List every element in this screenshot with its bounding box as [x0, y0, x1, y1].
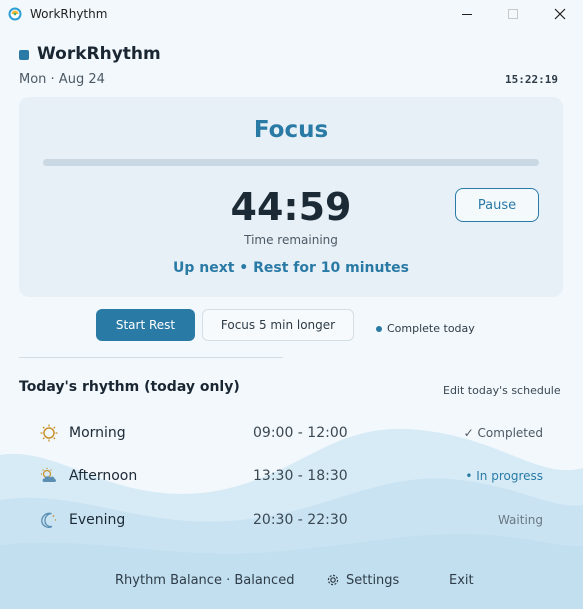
- app-logo-icon: [8, 7, 22, 21]
- time-remaining-caption: Time remaining: [244, 233, 338, 247]
- rhythm-section-title: Today's rhythm (today only): [19, 379, 240, 395]
- pause-button[interactable]: Pause: [455, 188, 539, 222]
- maximize-icon: [508, 9, 518, 19]
- session-progress-bar: [43, 159, 539, 166]
- minimize-icon: [462, 13, 472, 15]
- close-icon: [554, 8, 566, 20]
- period-name: Afternoon: [69, 468, 138, 484]
- complete-today-dot-icon[interactable]: [376, 326, 382, 332]
- start-rest-button[interactable]: Start Rest: [96, 309, 195, 341]
- sun-icon: [40, 424, 58, 442]
- focus-longer-button[interactable]: Focus 5 min longer: [202, 309, 354, 341]
- moon-icon: [41, 512, 57, 529]
- up-next-text: Up next • Rest for 10 minutes: [172, 260, 409, 276]
- settings-button[interactable]: Settings: [346, 573, 399, 588]
- period-name: Evening: [69, 512, 126, 528]
- rhythm-balance-text: Rhythm Balance · Balanced: [115, 573, 295, 588]
- period-time: 13:30 - 18:30: [253, 468, 348, 484]
- period-time: 20:30 - 22:30: [253, 512, 348, 528]
- gear-icon[interactable]: [326, 573, 340, 587]
- rhythm-row-morning: Morning 09:00 - 12:00 ✓ Completed: [0, 421, 583, 445]
- period-status: • In progress: [465, 469, 543, 483]
- time-remaining-value: 44:59: [230, 185, 352, 229]
- minimize-button[interactable]: [444, 0, 490, 28]
- current-clock: 15:22:19: [505, 73, 558, 86]
- period-time: 09:00 - 12:00: [253, 425, 348, 441]
- period-status: ✓ Completed: [463, 426, 543, 440]
- focus-card: Focus 44:59 Time remaining Up next • Res…: [19, 97, 563, 297]
- cloud-sun-icon: [40, 467, 56, 482]
- current-date: Mon · Aug 24: [19, 72, 105, 87]
- rhythm-row-afternoon: Afternoon 13:30 - 18:30 • In progress: [0, 464, 583, 488]
- window-title: WorkRhythm: [30, 7, 108, 21]
- section-divider: [19, 357, 283, 358]
- maximize-button[interactable]: [490, 0, 536, 28]
- session-label: Focus: [253, 117, 329, 143]
- period-status: Waiting: [497, 513, 543, 527]
- title-bar: WorkRhythm: [0, 0, 583, 28]
- close-button[interactable]: [537, 0, 583, 28]
- exit-button[interactable]: Exit: [449, 573, 474, 588]
- header-accent-square: [19, 50, 29, 60]
- complete-today-link[interactable]: Complete today: [387, 322, 475, 335]
- edit-schedule-link[interactable]: Edit today's schedule: [443, 384, 561, 397]
- app-title: WorkRhythm: [37, 44, 161, 64]
- rhythm-row-evening: Evening 20:30 - 22:30 Waiting: [0, 508, 583, 532]
- period-name: Morning: [69, 425, 126, 441]
